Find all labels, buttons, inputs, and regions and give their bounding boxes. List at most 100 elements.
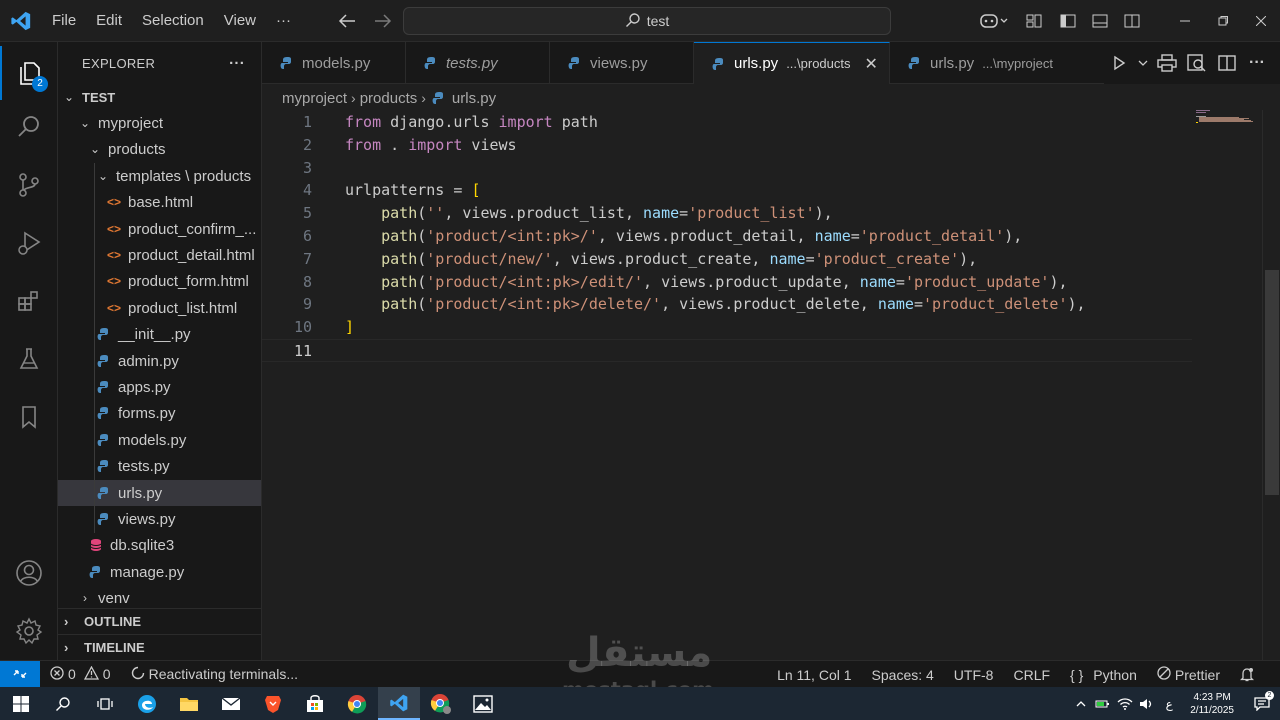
breadcrumb-item[interactable]: myproject [282,90,347,107]
tree-item[interactable]: manage.py [58,559,261,585]
minimize-icon[interactable] [1166,0,1204,42]
breadcrumb-item[interactable]: urls.py [452,90,496,107]
editor-vertical-scrollbar[interactable] [1262,110,1280,660]
extensions-icon[interactable] [0,274,58,328]
preview-search-icon[interactable] [1182,42,1212,84]
tree-item[interactable]: <> product_confirm_... [58,216,261,242]
vscode-taskbar-icon[interactable] [378,687,420,720]
tree-item[interactable]: ⌄ myproject [58,110,261,136]
edge-browser-icon[interactable] [126,687,168,720]
tree-root-test[interactable]: ⌄ TEST [58,84,261,110]
problems-indicator[interactable]: 0 0 [40,661,121,688]
command-center-search[interactable]: test [403,7,891,35]
tree-item[interactable]: ⌄ templates \ products [58,163,261,189]
code-line[interactable]: 2 from . import views [262,134,1192,157]
code-line[interactable]: 4 urlpatterns = [ [262,179,1192,202]
taskbar-search-icon[interactable] [42,687,84,720]
indentation[interactable]: Spaces: 4 [862,661,944,688]
tree-item[interactable]: <> base.html [58,189,261,215]
more-actions-icon[interactable]: ··· [1242,42,1272,84]
tree-item[interactable]: forms.py [58,400,261,426]
code-line[interactable]: 10] [262,316,1192,339]
tab-urls-py-myproject[interactable]: urls.py ...\myproject [890,42,1070,84]
explorer-icon[interactable]: 2 [0,46,58,100]
toggle-primary-sidebar-icon[interactable] [1052,0,1084,42]
chrome-browser-icon[interactable] [336,687,378,720]
source-control-icon[interactable] [0,158,58,212]
microsoft-store-icon[interactable] [294,687,336,720]
tree-item[interactable]: urls.py [58,480,261,506]
tree-item[interactable]: models.py [58,427,261,453]
run-debug-icon[interactable] [0,216,58,270]
prettier-status[interactable]: Prettier [1147,661,1230,688]
explorer-more-actions[interactable]: ··· [229,55,245,72]
language-mode[interactable]: { } Python [1060,661,1147,688]
volume-icon[interactable] [1136,698,1158,710]
chrome-profile-icon[interactable] [420,687,462,720]
code-line[interactable]: 5 path('', views.product_list, name='pro… [262,202,1192,225]
clock[interactable]: 4:23 PM 2/11/2025 [1180,691,1244,717]
scrollbar-thumb[interactable] [1265,270,1279,495]
tree-item[interactable]: db.sqlite3 [58,532,261,558]
input-language[interactable]: ع [1158,697,1180,711]
tree-item[interactable]: ⌄ products [58,136,261,162]
brave-browser-icon[interactable] [252,687,294,720]
code-editor[interactable]: 1 from django.urls import path 2 from . imp… [262,110,1262,660]
code-line[interactable]: 8 path('product/<int:pk>/edit/', views.p… [262,271,1192,294]
outline-section[interactable]: › OUTLINE [58,608,261,634]
file-encoding[interactable]: UTF-8 [944,661,1004,688]
tree-item[interactable]: <> product_form.html [58,268,261,294]
tree-item[interactable]: views.py [58,506,261,532]
wifi-icon[interactable] [1114,697,1136,710]
toggle-panel-icon[interactable] [1084,0,1116,42]
code-line[interactable]: 9 path('product/<int:pk>/delete/', views… [262,293,1192,316]
tree-item[interactable]: admin.py [58,348,261,374]
cursor-position[interactable]: Ln 11, Col 1 [767,661,861,688]
notification-center-icon[interactable]: 2 [1244,691,1280,711]
menu-edit[interactable]: Edit [86,6,132,36]
toggle-secondary-sidebar-icon[interactable] [1116,0,1148,42]
tab-urls-py-products[interactable]: urls.py ...\products ✕ [694,42,890,84]
windows-start-icon[interactable] [0,687,42,720]
menu-file[interactable]: File [42,6,86,36]
testing-flask-icon[interactable] [0,332,58,386]
tree-item[interactable]: <> product_list.html [58,295,261,321]
battery-network-icon[interactable] [1092,698,1114,710]
code-line[interactable]: 7 path('product/new/', views.product_cre… [262,248,1192,271]
close-window-icon[interactable] [1242,0,1280,42]
close-tab-icon[interactable]: ✕ [865,54,878,74]
bookmark-icon[interactable] [0,390,58,444]
tab-models-py[interactable]: models.py [262,42,406,84]
forward-arrow-icon[interactable] [372,8,394,34]
split-editor-icon[interactable] [1212,42,1242,84]
tree-item[interactable]: <> product_detail.html [58,242,261,268]
code-line[interactable]: 6 path('product/<int:pk>/', views.produc… [262,225,1192,248]
notifications-bell-icon[interactable] [1230,661,1264,688]
print-icon[interactable] [1152,42,1182,84]
run-dropdown-chevron-icon[interactable] [1134,42,1152,84]
code-line[interactable]: 11 [262,339,1192,362]
show-hidden-icons-chevron-icon[interactable] [1070,700,1092,708]
menu-selection[interactable]: Selection [132,6,214,36]
maximize-icon[interactable] [1204,0,1242,42]
breadcrumb-item[interactable]: products [360,90,418,107]
customize-layout-icon[interactable] [1016,0,1052,42]
back-arrow-icon[interactable] [336,8,358,34]
tree-item[interactable]: apps.py [58,374,261,400]
search-view-icon[interactable] [0,100,58,154]
file-explorer-icon[interactable] [168,687,210,720]
settings-gear-icon[interactable] [0,604,58,658]
code-line[interactable]: 3 [262,157,1192,180]
menu-view[interactable]: View [214,6,266,36]
tree-item[interactable]: tests.py [58,453,261,479]
photos-icon[interactable] [462,687,504,720]
tab-views-py[interactable]: views.py [550,42,694,84]
tree-item[interactable]: › venv [58,585,261,611]
mail-icon[interactable] [210,687,252,720]
task-view-icon[interactable] [84,687,126,720]
menu-more[interactable]: ··· [266,6,301,36]
timeline-section[interactable]: › TIMELINE [58,634,261,660]
copilot-icon[interactable] [972,0,1016,42]
minimap[interactable] [1196,110,1256,130]
code-line[interactable]: 1 from django.urls import path [262,111,1192,134]
